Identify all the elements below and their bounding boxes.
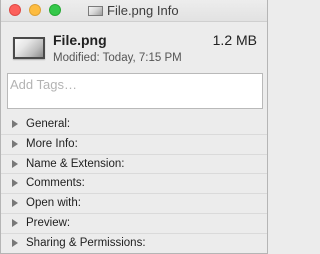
disclosure-triangle-icon[interactable] [12,218,18,227]
minimize-button[interactable] [29,4,41,16]
section-label: General: [26,118,71,130]
section-label: Open with: [26,197,81,210]
tags-input[interactable] [10,76,256,92]
modified-date: Modified: Today, 7:15 PM [53,52,182,64]
section-label: Sharing & Permissions: [26,236,146,249]
section-preview[interactable]: Preview: [1,214,267,234]
close-button[interactable] [9,4,21,16]
disclosure-triangle-icon[interactable] [12,238,18,247]
disclosure-triangle-icon[interactable] [12,159,18,168]
section-sharing-permissions[interactable]: Sharing & Permissions: [1,234,267,253]
disclosure-triangle-icon[interactable] [12,139,18,148]
disclosure-triangle-icon[interactable] [12,179,18,188]
disclosure-triangle-icon[interactable] [12,120,18,128]
section-name-extension[interactable]: Name & Extension: [1,155,267,175]
section-label: Name & Extension: [26,157,125,170]
section-label: Comments: [26,177,85,190]
disclosure-triangle-icon[interactable] [12,199,18,208]
section-label: More Info: [26,137,78,150]
image-file-icon [88,5,103,16]
get-info-window: File.png Info File.png 1.2 MB Modified: … [0,0,268,254]
section-label: Preview: [26,216,71,229]
file-size: 1.2 MB [212,32,257,48]
image-thumbnail-icon[interactable] [13,37,45,59]
tags-field[interactable] [7,73,263,109]
file-name: File.png [53,32,107,48]
section-general[interactable]: General: [1,115,267,135]
zoom-button[interactable] [49,4,61,16]
section-open-with[interactable]: Open with: [1,194,267,214]
section-more-info[interactable]: More Info: [1,135,267,155]
section-comments[interactable]: Comments: [1,174,267,195]
window-title-group: File.png Info [88,3,179,18]
title-bar[interactable]: File.png Info [1,0,267,22]
window-title: File.png Info [107,3,179,18]
info-sections: General: More Info: Name & Extension: Co… [1,115,267,253]
